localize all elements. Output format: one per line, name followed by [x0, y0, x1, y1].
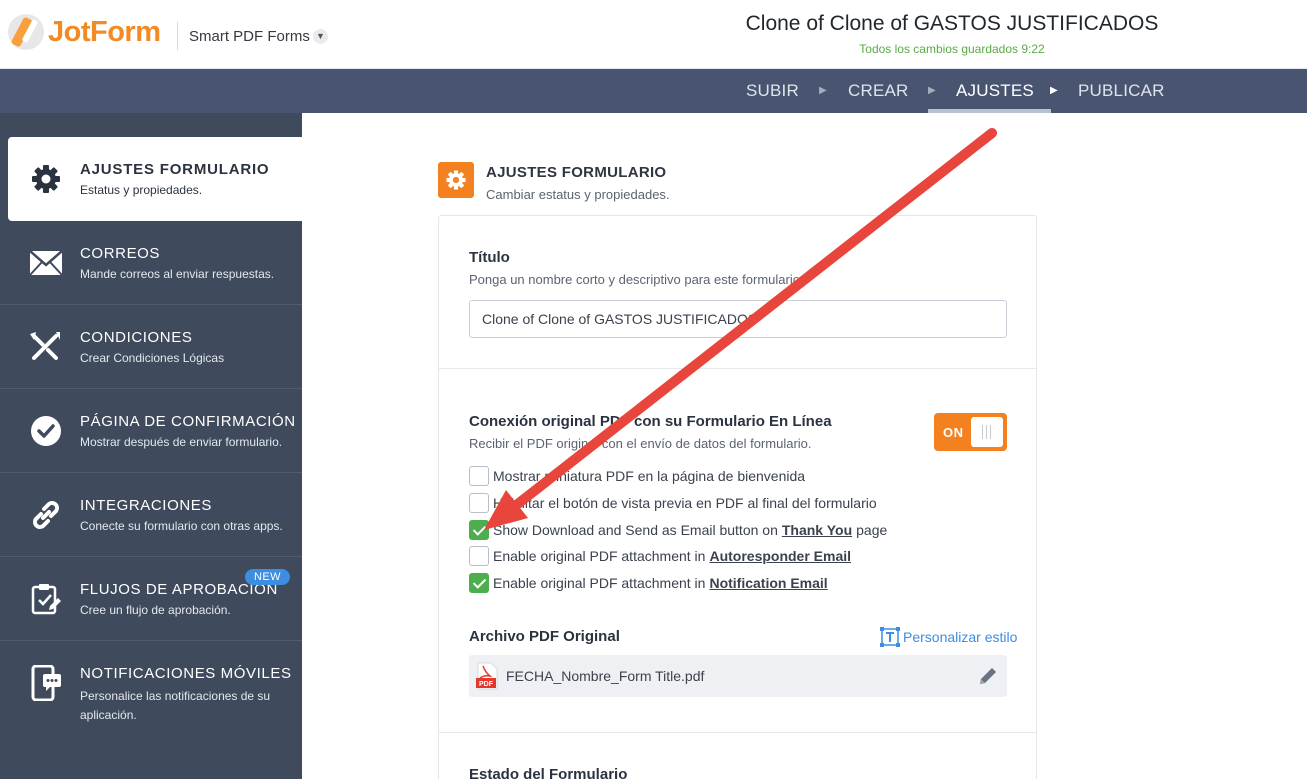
section-subtitle: Cambiar estatus y propiedades. — [486, 187, 670, 202]
conditions-icon — [28, 329, 64, 365]
original-pdf-file[interactable]: PDF FECHA_Nombre_Form Title.pdf — [469, 655, 1007, 697]
header-divider — [177, 22, 178, 50]
sidebar-item-title: CONDICIONES — [80, 329, 193, 346]
link-icon — [28, 497, 64, 533]
sidebar-item-flujos-aprobacion[interactable]: FLUJOS DE APROBACIÓN Cree un flujo de ap… — [0, 557, 302, 641]
gear-icon — [438, 162, 474, 198]
sidebar-item-pagina-confirmacion[interactable]: PÁGINA DE CONFIRMACIÓN Mostrar después d… — [0, 389, 302, 473]
sidebar-item-title: AJUSTES FORMULARIO — [80, 161, 270, 178]
option-label: Enable original PDF attachment in — [493, 548, 706, 564]
title-field-label: Título — [469, 249, 510, 266]
sidebar-item-subtitle: Mostrar después de enviar formulario. — [80, 435, 283, 449]
nav-tab-subir[interactable]: SUBIR — [746, 69, 799, 113]
option-autoresponder-attachment[interactable]: Enable original PDF attachment in Autore… — [469, 546, 855, 566]
option-notification-attachment[interactable]: Enable original PDF attachment in Notifi… — [469, 573, 832, 593]
autoresponder-email-link[interactable]: Autoresponder Email — [709, 548, 851, 564]
checkbox[interactable] — [469, 493, 489, 513]
sidebar-item-ajustes-formulario[interactable]: AJUSTES FORMULARIO Estatus y propiedades… — [8, 137, 302, 221]
approval-icon — [28, 581, 64, 617]
chevron-down-icon[interactable]: ▼ — [313, 29, 328, 44]
pdf-connection-toggle[interactable]: ON — [934, 413, 1007, 451]
sidebar-item-condiciones[interactable]: CONDICIONES Crear Condiciones Lógicas — [0, 305, 302, 389]
toggle-knob — [971, 417, 1003, 447]
toggle-label: ON — [943, 425, 964, 440]
top-header: JotForm Smart PDF Forms ▼ Clone of Clone… — [0, 0, 1307, 69]
form-status-label: Estado del Formulario — [469, 766, 628, 779]
chevron-right-icon: ▶ — [1050, 85, 1058, 96]
pdf-file-name: FECHA_Nombre_Form Title.pdf — [506, 668, 705, 684]
sidebar-item-title: CORREOS — [80, 245, 161, 262]
save-status: Todos los cambios guardados 9:22 — [859, 42, 1045, 56]
new-badge: NEW — [245, 569, 290, 585]
text-style-icon — [880, 627, 900, 647]
card-divider — [439, 732, 1036, 733]
checkbox[interactable] — [469, 546, 489, 566]
check-circle-icon — [28, 413, 64, 449]
customize-style-label: Personalizar estilo — [903, 629, 1018, 645]
settings-sidebar: AJUSTES FORMULARIO Estatus y propiedades… — [0, 113, 302, 779]
checkbox[interactable] — [469, 466, 489, 486]
logo-text: JotForm — [48, 15, 161, 48]
original-pdf-label: Archivo PDF Original — [469, 628, 620, 645]
builder-navbar: SUBIR ▶ CREAR ▶ AJUSTES ▶ PUBLICAR — [0, 69, 1307, 113]
option-label-suffix: page — [856, 522, 888, 538]
sidebar-item-subtitle: Conecte su formulario con otras apps. — [80, 519, 283, 533]
title-field-help: Ponga un nombre corto y descriptivo para… — [469, 272, 804, 287]
envelope-icon — [28, 245, 64, 281]
pdf-connection-help: Recibir el PDF original con el envío de … — [469, 436, 812, 451]
thank-you-link[interactable]: Thank You — [782, 522, 852, 538]
edit-pencil-icon[interactable] — [977, 665, 999, 687]
active-tab-indicator — [928, 109, 1051, 113]
pdf-file-icon: PDF — [475, 662, 499, 690]
sidebar-item-notificaciones-moviles[interactable]: NOTIFICACIONES MÓVILES Personalice las n… — [0, 641, 302, 751]
nav-tab-crear[interactable]: CREAR — [848, 69, 909, 113]
sidebar-item-subtitle: Personalice las notificaciones de su apl… — [80, 689, 271, 722]
product-name[interactable]: Smart PDF Forms — [189, 28, 310, 45]
option-show-thumbnail[interactable]: Mostrar miniatura PDF en la página de bi… — [469, 466, 805, 486]
card-divider — [439, 368, 1036, 369]
chevron-right-icon: ▶ — [819, 85, 827, 96]
option-label: Habilitar el botón de vista previa en PD… — [493, 495, 877, 511]
form-title-input[interactable] — [469, 300, 1007, 338]
sidebar-item-title: PÁGINA DE CONFIRMACIÓN — [80, 413, 296, 430]
section-title: AJUSTES FORMULARIO — [486, 164, 667, 181]
form-title: Clone of Clone of GASTOS JUSTIFICADOS — [745, 12, 1159, 35]
sidebar-item-subtitle: Cree un flujo de aprobación. — [80, 603, 231, 617]
sidebar-item-subtitle: Mande correos al enviar respuestas. — [80, 267, 275, 281]
checkbox-checked[interactable] — [469, 573, 489, 593]
pdf-connection-label: Conexión original PDF con su Formulario … — [469, 413, 832, 430]
pdf-icon-text: PDF — [479, 681, 494, 688]
mobile-notification-icon — [28, 665, 64, 701]
option-label: Enable original PDF attachment in — [493, 575, 706, 591]
option-download-send-email[interactable]: Show Download and Send as Email button o… — [469, 520, 887, 540]
jotform-logo-icon — [8, 14, 44, 50]
sidebar-item-title: NOTIFICACIONES MÓVILES — [80, 665, 292, 682]
sidebar-item-title: INTEGRACIONES — [80, 497, 212, 514]
sidebar-item-integraciones[interactable]: INTEGRACIONES Conecte su formulario con … — [0, 473, 302, 557]
option-pdf-preview-button[interactable]: Habilitar el botón de vista previa en PD… — [469, 493, 877, 513]
nav-tab-ajustes[interactable]: AJUSTES — [956, 69, 1034, 113]
notification-email-link[interactable]: Notification Email — [709, 575, 827, 591]
chevron-right-icon: ▶ — [928, 85, 936, 96]
option-label: Show Download and Send as Email button o… — [493, 522, 778, 538]
sidebar-item-subtitle: Estatus y propiedades. — [80, 183, 203, 197]
nav-tab-publicar[interactable]: PUBLICAR — [1078, 69, 1165, 113]
option-label: Mostrar miniatura PDF en la página de bi… — [493, 468, 806, 484]
gear-icon — [28, 161, 64, 197]
sidebar-item-correos[interactable]: CORREOS Mande correos al enviar respuest… — [0, 221, 302, 305]
customize-style-button[interactable]: Personalizar estilo — [880, 627, 1017, 647]
sidebar-item-subtitle: Crear Condiciones Lógicas — [80, 351, 225, 365]
checkbox-checked[interactable] — [469, 520, 489, 540]
jotform-logo[interactable]: JotForm — [8, 14, 161, 50]
